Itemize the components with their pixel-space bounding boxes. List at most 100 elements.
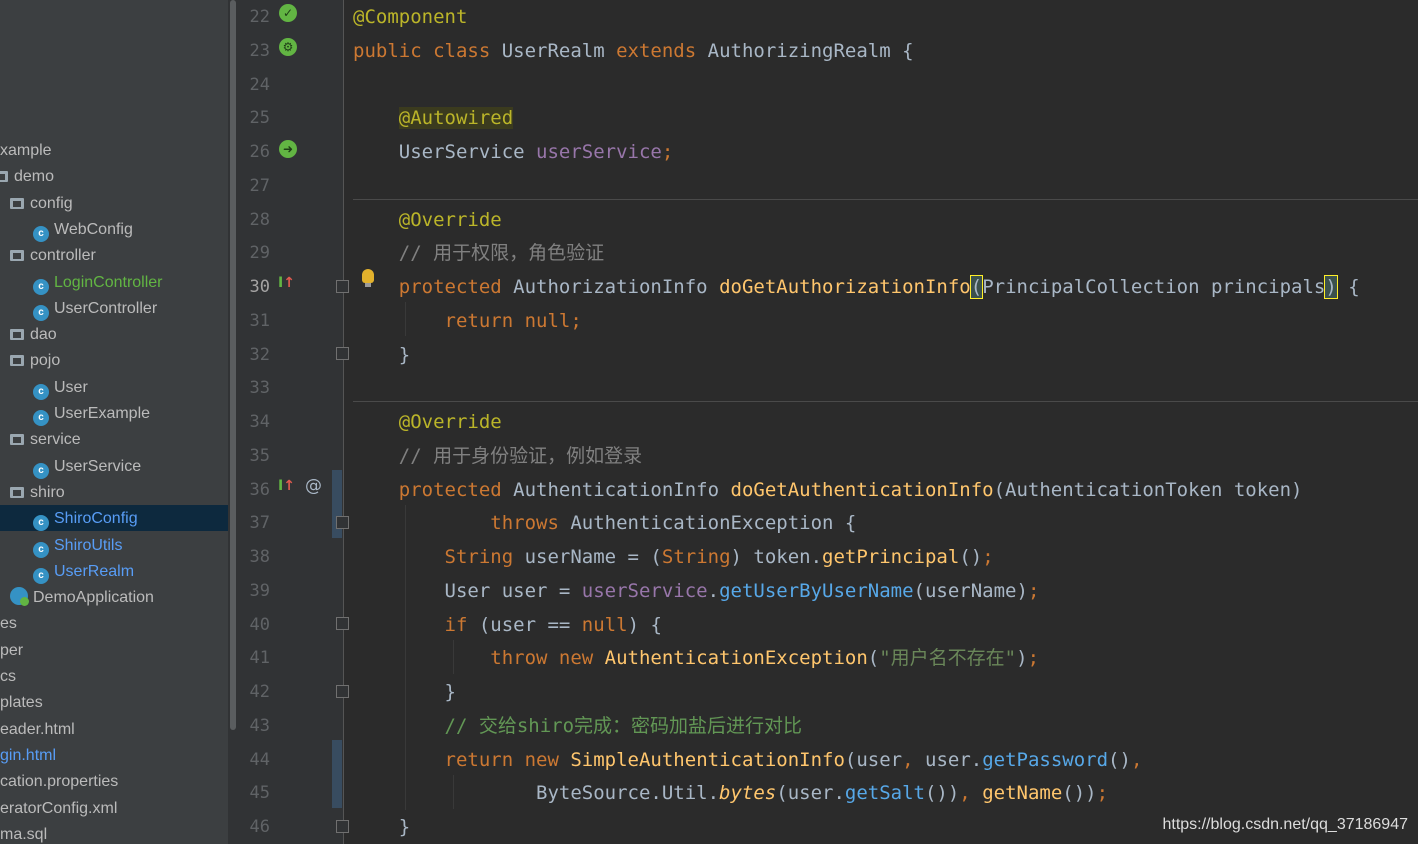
tree-item-label: demo	[14, 168, 55, 186]
code-token: null	[581, 613, 628, 636]
override-method-icon[interactable]: I↑	[278, 275, 295, 291]
tree-item[interactable]: es	[0, 611, 17, 637]
tree-item-label: ShiroUtils	[54, 536, 123, 554]
line-number[interactable]: 41	[240, 641, 270, 675]
code-line[interactable]: // 交给shiro完成：密码加盐后进行对比	[353, 709, 803, 743]
tree-item[interactable]: c ShiroConfig	[33, 506, 138, 532]
tree-item[interactable]: per	[0, 638, 23, 664]
code-line[interactable]: User user = userService.getUserByUserNam…	[353, 574, 1040, 608]
project-scrollbar-thumb[interactable]	[230, 0, 236, 730]
tree-item[interactable]: c WebConfig	[33, 217, 133, 243]
line-number[interactable]: 29	[240, 236, 270, 270]
line-number[interactable]: 24	[240, 68, 270, 102]
tree-item[interactable]: plates	[0, 690, 43, 716]
line-number[interactable]: 44	[240, 743, 270, 777]
line-number[interactable]: 38	[240, 540, 270, 574]
line-number[interactable]: 25	[240, 101, 270, 135]
code-line[interactable]: return new SimpleAuthenticationInfo(user…	[353, 743, 1143, 777]
line-number[interactable]: 33	[240, 371, 270, 405]
tree-item[interactable]: DemoApplication	[10, 585, 154, 611]
tree-item[interactable]: c UserRealm	[33, 559, 134, 585]
code-line[interactable]: protected AuthorizationInfo doGetAuthori…	[353, 270, 1360, 304]
line-number[interactable]: 37	[240, 506, 270, 540]
tree-item[interactable]: eader.html	[0, 717, 75, 743]
tree-item[interactable]: shiro	[10, 480, 65, 506]
tree-item-label: service	[30, 431, 81, 449]
intention-bulb-icon[interactable]	[362, 269, 374, 287]
line-number[interactable]: 32	[240, 338, 270, 372]
code-token: doGetAuthorizationInfo	[719, 276, 971, 298]
annotation-at-icon[interactable]: @	[305, 476, 322, 496]
code-line[interactable]: UserService userService;	[353, 135, 674, 169]
line-number[interactable]: 28	[240, 203, 270, 237]
code-line[interactable]: public class UserRealm extends Authorizi…	[353, 34, 914, 68]
line-number[interactable]: 35	[240, 439, 270, 473]
tree-item[interactable]: pojo	[10, 348, 60, 374]
code-editor[interactable]: @Component public class UserRealm extends…	[344, 0, 1418, 844]
code-line[interactable]: @Override	[353, 405, 502, 439]
line-number[interactable]: 23	[240, 34, 270, 68]
tree-item[interactable]: c UserService	[33, 454, 141, 480]
code-token: user.	[925, 748, 983, 771]
tree-item[interactable]: c User	[33, 375, 88, 401]
vcs-change-marker[interactable]	[332, 740, 342, 808]
line-number[interactable]: 22	[240, 0, 270, 34]
tree-item[interactable]: c ShiroUtils	[33, 533, 122, 559]
line-number[interactable]: 46	[240, 810, 270, 844]
code-line[interactable]: String userName = (String) token.getPrin…	[353, 540, 994, 574]
tree-item[interactable]: c UserController	[33, 296, 157, 322]
code-line[interactable]: if (user == null) {	[353, 608, 662, 642]
code-line[interactable]: ByteSource.Util.bytes(user.getSalt()), g…	[353, 776, 1108, 810]
code-token: UserService	[353, 141, 537, 163]
code-token: (userName)	[913, 579, 1028, 602]
tree-item[interactable]: c LoginController	[33, 270, 163, 296]
tree-item[interactable]: c UserExample	[33, 401, 150, 427]
code-token: ;	[661, 141, 674, 163]
tree-item[interactable]: config	[10, 191, 73, 217]
code-line[interactable]: @Override	[353, 203, 502, 237]
spring-autowire-icon[interactable]: ➜	[279, 140, 297, 158]
line-number[interactable]: 34	[240, 405, 270, 439]
code-token: AuthorizationInfo	[513, 276, 720, 298]
class-icon: c	[33, 515, 49, 532]
tree-item[interactable]: dao	[10, 322, 57, 348]
tree-item[interactable]: xample	[0, 138, 52, 164]
code-token: ())	[1062, 782, 1097, 805]
code-line[interactable]: }	[353, 810, 410, 844]
line-number[interactable]: 40	[240, 608, 270, 642]
tree-item-label: controller	[30, 247, 96, 265]
spring-bean-icon[interactable]: ✓	[279, 4, 297, 22]
line-number[interactable]: 27	[240, 169, 270, 203]
code-line[interactable]: protected AuthenticationInfo doGetAuthen…	[353, 473, 1303, 507]
line-number[interactable]: 26	[240, 135, 270, 169]
code-line[interactable]: @Component	[353, 0, 467, 34]
tree-item[interactable]: demo	[0, 164, 54, 190]
spring-bean-icon[interactable]: ⚙	[279, 38, 297, 56]
code-token: return new	[444, 748, 571, 771]
line-number[interactable]: 30	[240, 270, 270, 304]
line-number[interactable]: 31	[240, 304, 270, 338]
tree-item[interactable]: cs	[0, 664, 16, 690]
code-line[interactable]: throw new AuthenticationException("用户名不存…	[353, 641, 1039, 675]
tree-item[interactable]: cation.properties	[0, 769, 118, 795]
tree-item[interactable]: service	[10, 427, 81, 453]
override-method-icon[interactable]: I↑	[278, 478, 295, 494]
tree-item[interactable]: ma.sql	[0, 822, 47, 844]
line-number[interactable]: 42	[240, 675, 270, 709]
line-number[interactable]: 43	[240, 709, 270, 743]
code-token: throw new	[490, 647, 605, 670]
code-line[interactable]: // 用于权限，角色验证	[353, 236, 604, 270]
code-line[interactable]: throws AuthenticationException {	[353, 506, 856, 540]
tree-item[interactable]: gin.html	[0, 743, 56, 769]
line-number[interactable]: 45	[240, 776, 270, 810]
tree-item[interactable]: controller	[10, 243, 96, 269]
code-line[interactable]: }	[353, 338, 410, 372]
line-number[interactable]: 39	[240, 574, 270, 608]
code-line[interactable]: return null;	[353, 304, 582, 338]
line-number[interactable]: 36	[240, 473, 270, 507]
code-line[interactable]: @Autowired	[353, 101, 514, 135]
tree-item[interactable]: eratorConfig.xml	[0, 796, 117, 822]
code-line[interactable]: // 用于身份验证，例如登录	[353, 439, 642, 473]
code-line[interactable]: }	[353, 675, 456, 709]
